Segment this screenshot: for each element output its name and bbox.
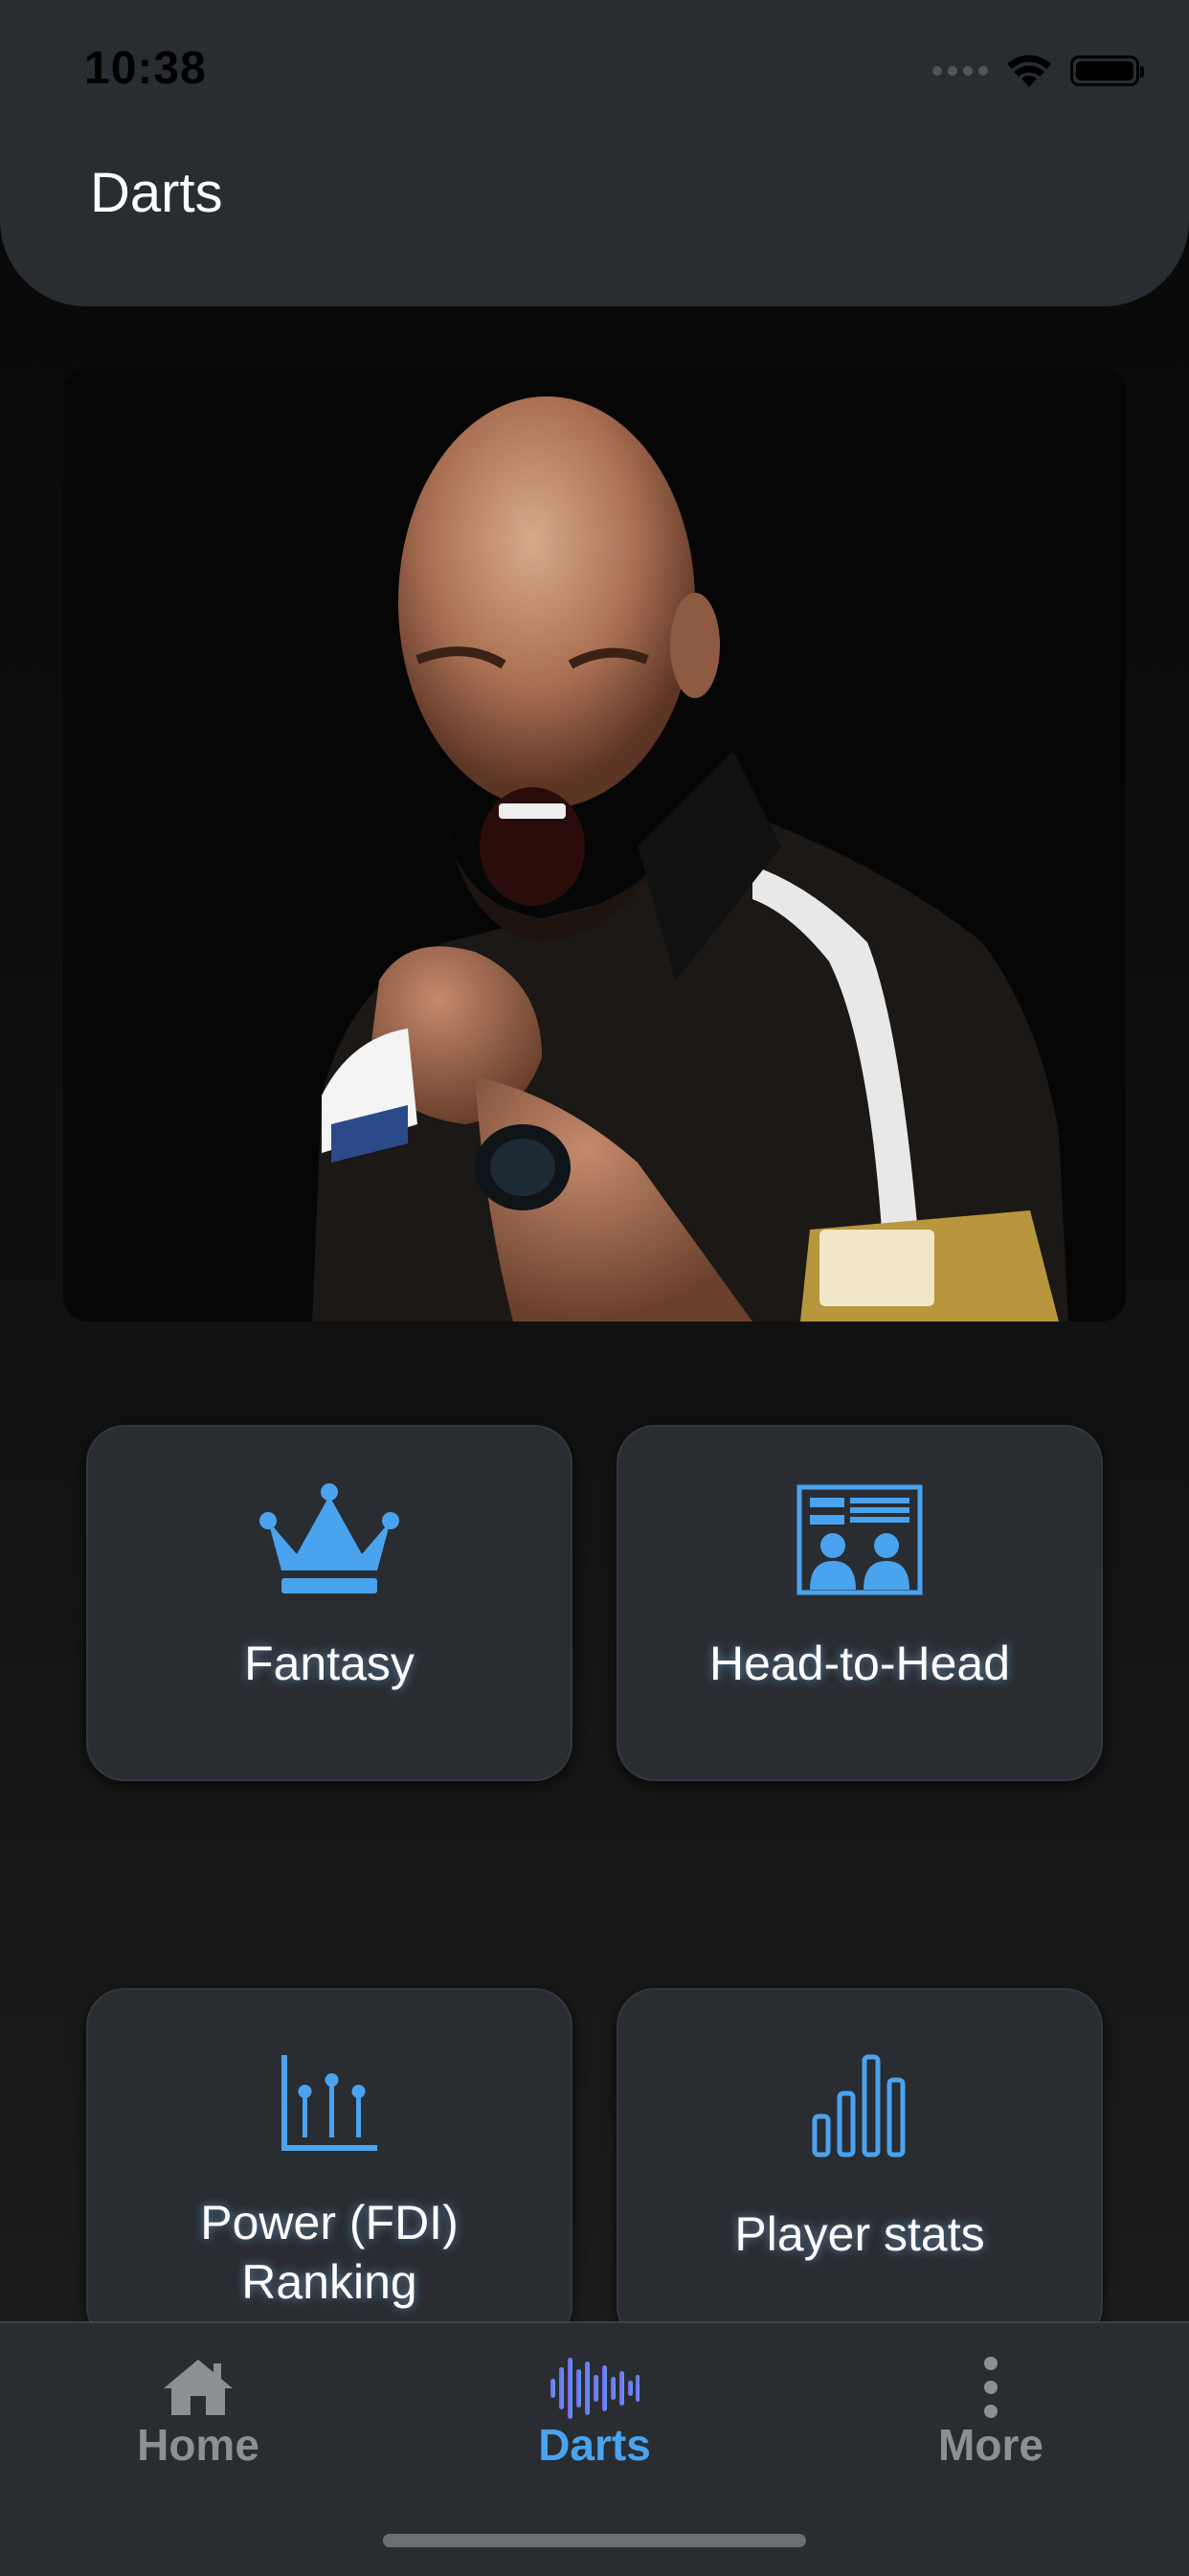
head-to-head-card[interactable]: Head-to-Head <box>617 1425 1103 1781</box>
ranking-icon <box>86 2053 572 2153</box>
home-icon <box>0 2356 396 2417</box>
tab-home-label: Home <box>137 2420 259 2470</box>
tab-home[interactable]: Home <box>0 2323 396 2515</box>
tab-darts-label: Darts <box>538 2420 651 2470</box>
head-to-head-icon <box>617 1484 1103 1595</box>
player-stats-card[interactable]: Player stats <box>617 1988 1103 2344</box>
crown-icon <box>86 1482 572 1595</box>
wifi-icon <box>1007 55 1051 87</box>
bar-chart-icon <box>617 2053 1103 2158</box>
page-title: Darts <box>90 162 223 224</box>
player-photo <box>312 396 1068 1322</box>
hero-player-image[interactable] <box>63 368 1126 1322</box>
player-stats-label: Player stats <box>734 2207 985 2261</box>
tab-more-label: More <box>938 2420 1043 2470</box>
status-icons <box>932 50 1144 92</box>
power-ranking-card[interactable]: Power (FDI) Ranking <box>86 1988 572 2344</box>
fantasy-card[interactable]: Fantasy <box>86 1425 572 1781</box>
tab-more[interactable]: More <box>793 2323 1189 2515</box>
app-header: 10:38 Darts <box>0 0 1189 306</box>
more-dots-icon <box>793 2356 1189 2419</box>
status-time: 10:38 <box>84 43 207 94</box>
tab-darts[interactable]: Darts <box>396 2323 793 2515</box>
power-ranking-label: Power (FDI) Ranking <box>200 2196 459 2309</box>
battery-icon <box>1070 56 1144 86</box>
head-to-head-label: Head-to-Head <box>708 1637 1011 1690</box>
sound-wave-icon <box>396 2356 793 2421</box>
fantasy-label: Fantasy <box>244 1637 415 1690</box>
home-indicator <box>383 2534 806 2547</box>
signal-icon <box>932 66 988 76</box>
